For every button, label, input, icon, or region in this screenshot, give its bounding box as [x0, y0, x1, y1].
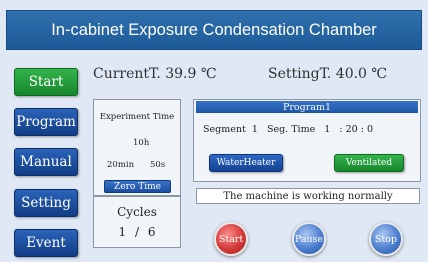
- sidebar-item-program[interactable]: Program: [14, 108, 78, 136]
- zero-time-button[interactable]: Zero Time: [104, 180, 171, 193]
- app-title: In-cabinet Exposure Condensation Chamber: [51, 20, 377, 39]
- seg-time-seconds: 0: [366, 124, 374, 135]
- program-name: Program1: [283, 101, 331, 113]
- cycles-total: 6: [147, 225, 156, 239]
- zero-time-label: Zero Time: [114, 181, 161, 192]
- setting-temp-label: SettingT.: [268, 66, 332, 82]
- program-title: Program1: [196, 101, 418, 113]
- current-temp-unit: ℃: [200, 66, 217, 82]
- stop-control-label: Stop: [374, 233, 398, 245]
- sidebar-item-label: Program: [16, 114, 76, 130]
- start-control-button[interactable]: Start: [214, 222, 248, 256]
- stop-control-button[interactable]: Stop: [369, 222, 403, 256]
- setting-temp-unit: ℃: [371, 66, 388, 82]
- sidebar-item-manual[interactable]: Manual: [14, 148, 78, 176]
- sidebar-item-event[interactable]: Event: [14, 229, 78, 257]
- segment-value: 1: [251, 124, 258, 135]
- pause-control-button[interactable]: Pause: [292, 222, 326, 256]
- cycles-value: 1 / 6: [94, 225, 180, 239]
- cycles-panel: Cycles 1 / 6: [93, 196, 181, 248]
- cycles-current: 1: [118, 225, 127, 239]
- status-message: The machine is working normally: [223, 190, 393, 202]
- sidebar-item-label: Setting: [21, 195, 71, 211]
- setting-temperature: SettingT. 40.0 ℃: [268, 66, 387, 82]
- setting-temp-value: 40.0: [335, 66, 367, 82]
- experiment-seconds: 50s: [150, 160, 166, 170]
- seg-time-hours: 1: [324, 124, 331, 135]
- pause-control-label: Pause: [294, 233, 324, 245]
- ventilated-label: Ventilated: [345, 158, 393, 168]
- water-heater-button[interactable]: WaterHeater: [209, 154, 283, 172]
- sidebar-item-label: Start: [28, 74, 64, 90]
- seg-time-label: Seg. Time: [266, 124, 316, 135]
- sidebar-item-start[interactable]: Start: [14, 68, 78, 96]
- water-heater-label: WaterHeater: [216, 158, 276, 168]
- cycles-separator: /: [134, 225, 140, 239]
- ventilated-button[interactable]: Ventilated: [334, 154, 404, 172]
- title-bar: In-cabinet Exposure Condensation Chamber: [6, 10, 422, 50]
- cycles-label: Cycles: [117, 205, 157, 219]
- experiment-hours: 10h: [133, 138, 150, 148]
- seg-time-separator: :: [339, 124, 343, 135]
- experiment-minutes: 20min: [107, 160, 135, 170]
- seg-time-minutes: 20: [345, 124, 358, 135]
- status-message-box: The machine is working normally: [196, 188, 420, 204]
- start-control-label: Start: [218, 233, 244, 245]
- current-temperature: CurrentT. 39.9 ℃: [93, 66, 217, 82]
- segment-row: Segment 1 Seg. Time 1 : 20 : 0: [203, 124, 373, 135]
- current-temp-value: 39.9: [165, 66, 197, 82]
- sidebar-item-setting[interactable]: Setting: [14, 189, 78, 217]
- sidebar-item-label: Event: [26, 235, 66, 251]
- sidebar-item-label: Manual: [20, 154, 72, 170]
- current-temp-label: CurrentT.: [93, 66, 161, 82]
- segment-label: Segment: [203, 124, 246, 135]
- seg-time-separator: :: [360, 124, 364, 135]
- experiment-time-title: Experiment Time: [99, 112, 175, 122]
